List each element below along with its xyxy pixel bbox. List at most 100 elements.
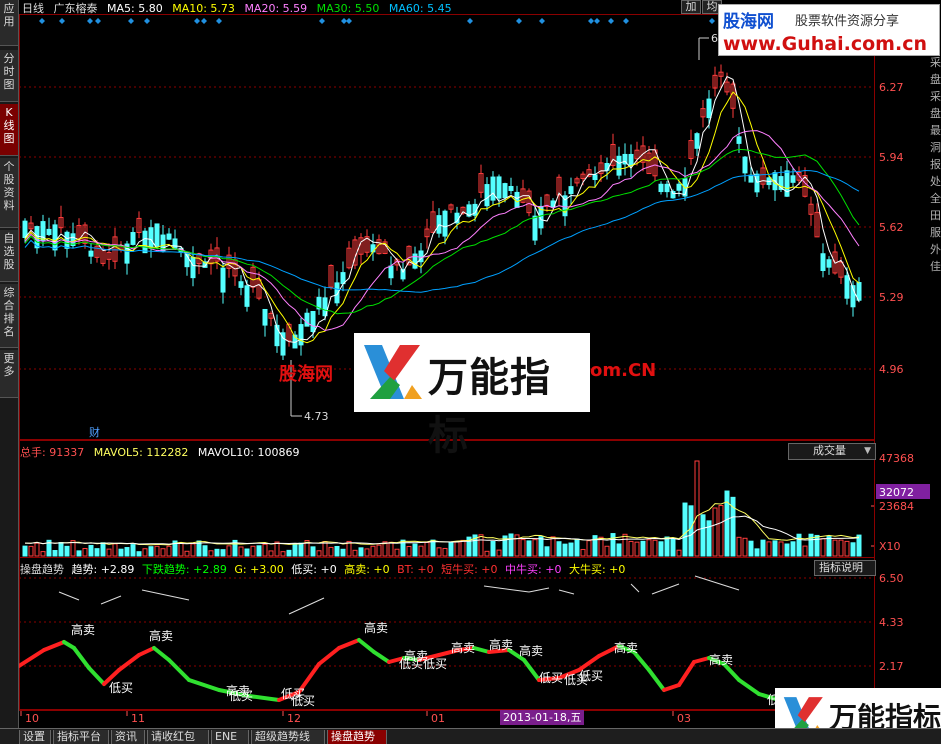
right-side-char: 服 [930,226,941,239]
rail-tab-char: 线 [3,119,15,132]
bottom-tab-1[interactable]: 指标平台 [53,730,109,744]
candle-body [304,312,310,327]
volume-bar [118,548,124,557]
bottom-tab-6[interactable]: 操盘趋势 [327,730,387,744]
signal-diamond-icon [319,18,325,24]
rail-tab-2[interactable]: K线图 [0,104,18,156]
volume-bar [58,542,64,557]
candle-body [742,156,748,174]
indicator-axis-label: 4.33 [879,616,904,629]
x-axis-label: 10 [25,712,39,725]
rail-tab-5[interactable]: 综合排名 [0,284,18,348]
volume-bar [184,550,190,557]
volume-bar [256,545,262,557]
rail-tab-char: 应 [3,2,15,15]
bottom-tab-0[interactable]: 设置 [19,730,51,744]
bottom-tab-5[interactable]: 超级趋势线 [251,730,325,744]
trend-segment [141,589,190,601]
bt-value: BT: +0 [397,563,434,576]
candle-body [676,183,682,191]
ma30-value: MA30: 5.50 [316,2,380,15]
logo-tagline: 股票软件资源分享 [795,14,900,29]
rail-tab-1[interactable]: 分时图 [0,50,18,102]
logo-cn-text: 股海网 [723,12,774,32]
candle-body [310,311,316,333]
volume-bar [238,546,244,557]
rail-tab-char: 股 [3,173,15,186]
signal-diamond-icon [516,18,522,24]
volume-indicator-select[interactable]: 成交量 ▼ [788,443,876,460]
mavol5-value: MAVOL5: 112282 [93,446,189,459]
volume-axis-label: X10 [879,540,901,553]
period-label: 日线 [22,2,44,15]
trend-wave-segment [472,646,491,654]
volume-bar [64,545,70,557]
volume-bar [790,541,796,557]
rail-tab-char: 图 [3,78,15,91]
rail-tab-char: 料 [3,199,15,212]
volume-bar [124,547,130,557]
top-button-0[interactable]: 加 [681,0,701,14]
trend-segment [630,583,640,593]
low-buy-label: 低买 [579,669,603,683]
volume-bar [286,549,292,557]
high-sell-label: 高卖 [709,652,733,667]
candle-body [706,98,712,119]
volume-bar [406,545,412,557]
volume-bar [202,545,208,557]
volume-bar [226,545,232,557]
volume-highlight-label: 32072 [879,486,914,499]
finance-marker-label: 财 [89,425,100,439]
rail-tab-6[interactable]: 更多 [0,350,18,398]
right-side-char: 盘 [930,73,941,86]
low-buy-value: 低买: +0 [291,563,337,576]
brand-name: 万能指标 [428,355,551,459]
trend-wave-segment [577,654,601,672]
low-buy-label: 低买 [109,681,133,695]
trend-wave-segment [677,660,696,687]
volume-bar [448,542,454,557]
volume-bar [244,548,250,557]
volume-bar [766,541,772,557]
stock-name: 广东榕泰 [53,2,98,15]
volume-bar [628,540,634,557]
right-side-char: 采 [930,56,941,69]
volume-bar [478,534,484,557]
bottom-tab-4[interactable]: ENE [211,730,249,744]
right-side-char: 佳 [930,260,941,273]
candle-body [298,324,304,346]
volume-bar [832,539,838,557]
candle-body [388,265,394,279]
signal-diamond-icon [39,18,45,24]
volume-bar [22,545,28,557]
signal-diamond-icon [128,18,134,24]
bottom-tab-3[interactable]: 请收红包 [147,730,209,744]
volume-bar [568,542,574,557]
rail-tab-0[interactable]: 应用 [0,0,18,46]
indicator-help-button[interactable]: 指标说明 [814,560,876,576]
bottom-tab-2[interactable]: 资讯 [111,730,145,744]
brand-watermark-center: 万能指标 [354,333,590,459]
trend-wave-segment [137,646,156,657]
signal-diamond-icon [346,18,352,24]
candle-body [154,223,160,247]
volume-bar [418,545,424,557]
rail-tab-char: 合 [3,299,15,312]
candle-body [568,186,574,195]
rail-tab-char: 分 [3,52,15,65]
rail-tab-4[interactable]: 自选股 [0,230,18,282]
trend-wave-segment [372,650,391,664]
rail-tab-3[interactable]: 个股资料 [0,158,18,228]
volume-bar [262,543,268,557]
right-side-char: 全 [930,192,941,205]
candle-body [826,259,832,268]
volume-bar [544,546,550,557]
volume-bar [646,539,652,557]
watermark-text-right: om.CN [590,360,657,381]
volume-bar [772,540,778,557]
volume-bar [112,543,118,557]
volume-bar [100,542,106,557]
logo-url: www.Guhai.com.cn [723,33,927,55]
signal-diamond-icon [144,18,150,24]
indicator-axis-label: 2.17 [879,660,904,673]
